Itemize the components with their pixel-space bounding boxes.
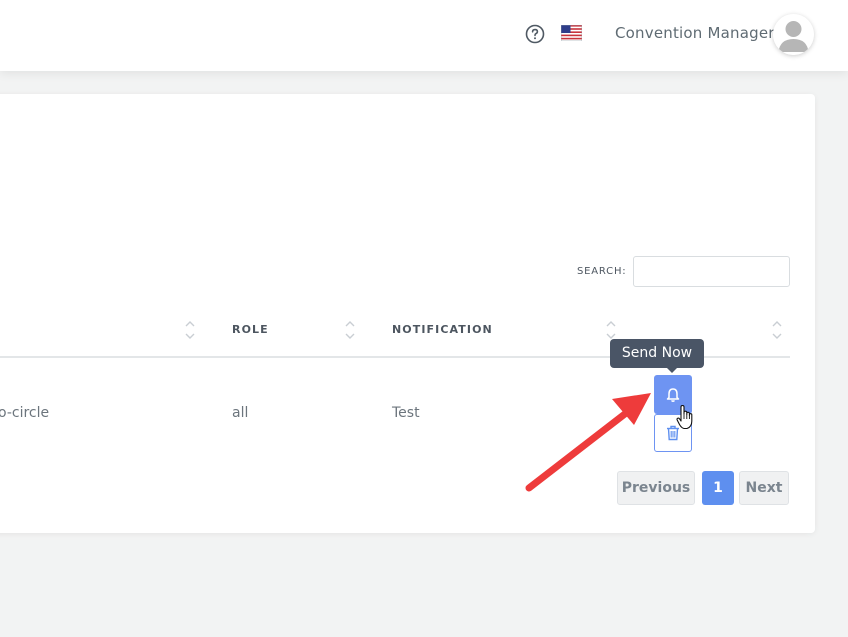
column-header-role[interactable]: ROLE xyxy=(232,323,269,336)
help-icon[interactable] xyxy=(525,24,545,44)
row-role-cell: all xyxy=(232,405,249,421)
column-header-notification[interactable]: NOTIFICATION xyxy=(392,323,493,336)
sort-icon[interactable] xyxy=(771,319,783,341)
top-bar: Convention Manager xyxy=(0,0,848,71)
bell-icon xyxy=(666,387,680,402)
search-label: SEARCH: xyxy=(577,266,627,277)
user-avatar-icon xyxy=(773,14,814,55)
notifications-card xyxy=(0,94,815,533)
pagination-previous-button[interactable]: Previous xyxy=(617,471,695,505)
pagination-next-button[interactable]: Next xyxy=(739,471,789,505)
hand-cursor-icon xyxy=(676,405,693,430)
sort-icon[interactable] xyxy=(605,319,617,341)
row-notification-cell: Test xyxy=(392,405,420,421)
row-first-cell: o-circle xyxy=(0,405,50,421)
sort-icon[interactable] xyxy=(184,319,196,341)
tooltip-arrow xyxy=(666,367,678,373)
sort-icon[interactable] xyxy=(344,319,356,341)
search-input[interactable] xyxy=(633,256,790,287)
us-flag-icon[interactable] xyxy=(561,25,582,41)
send-now-tooltip: Send Now xyxy=(610,339,704,368)
user-name[interactable]: Convention Manager xyxy=(615,24,775,42)
user-avatar[interactable] xyxy=(773,14,814,55)
pagination-page-1[interactable]: 1 xyxy=(702,471,734,505)
